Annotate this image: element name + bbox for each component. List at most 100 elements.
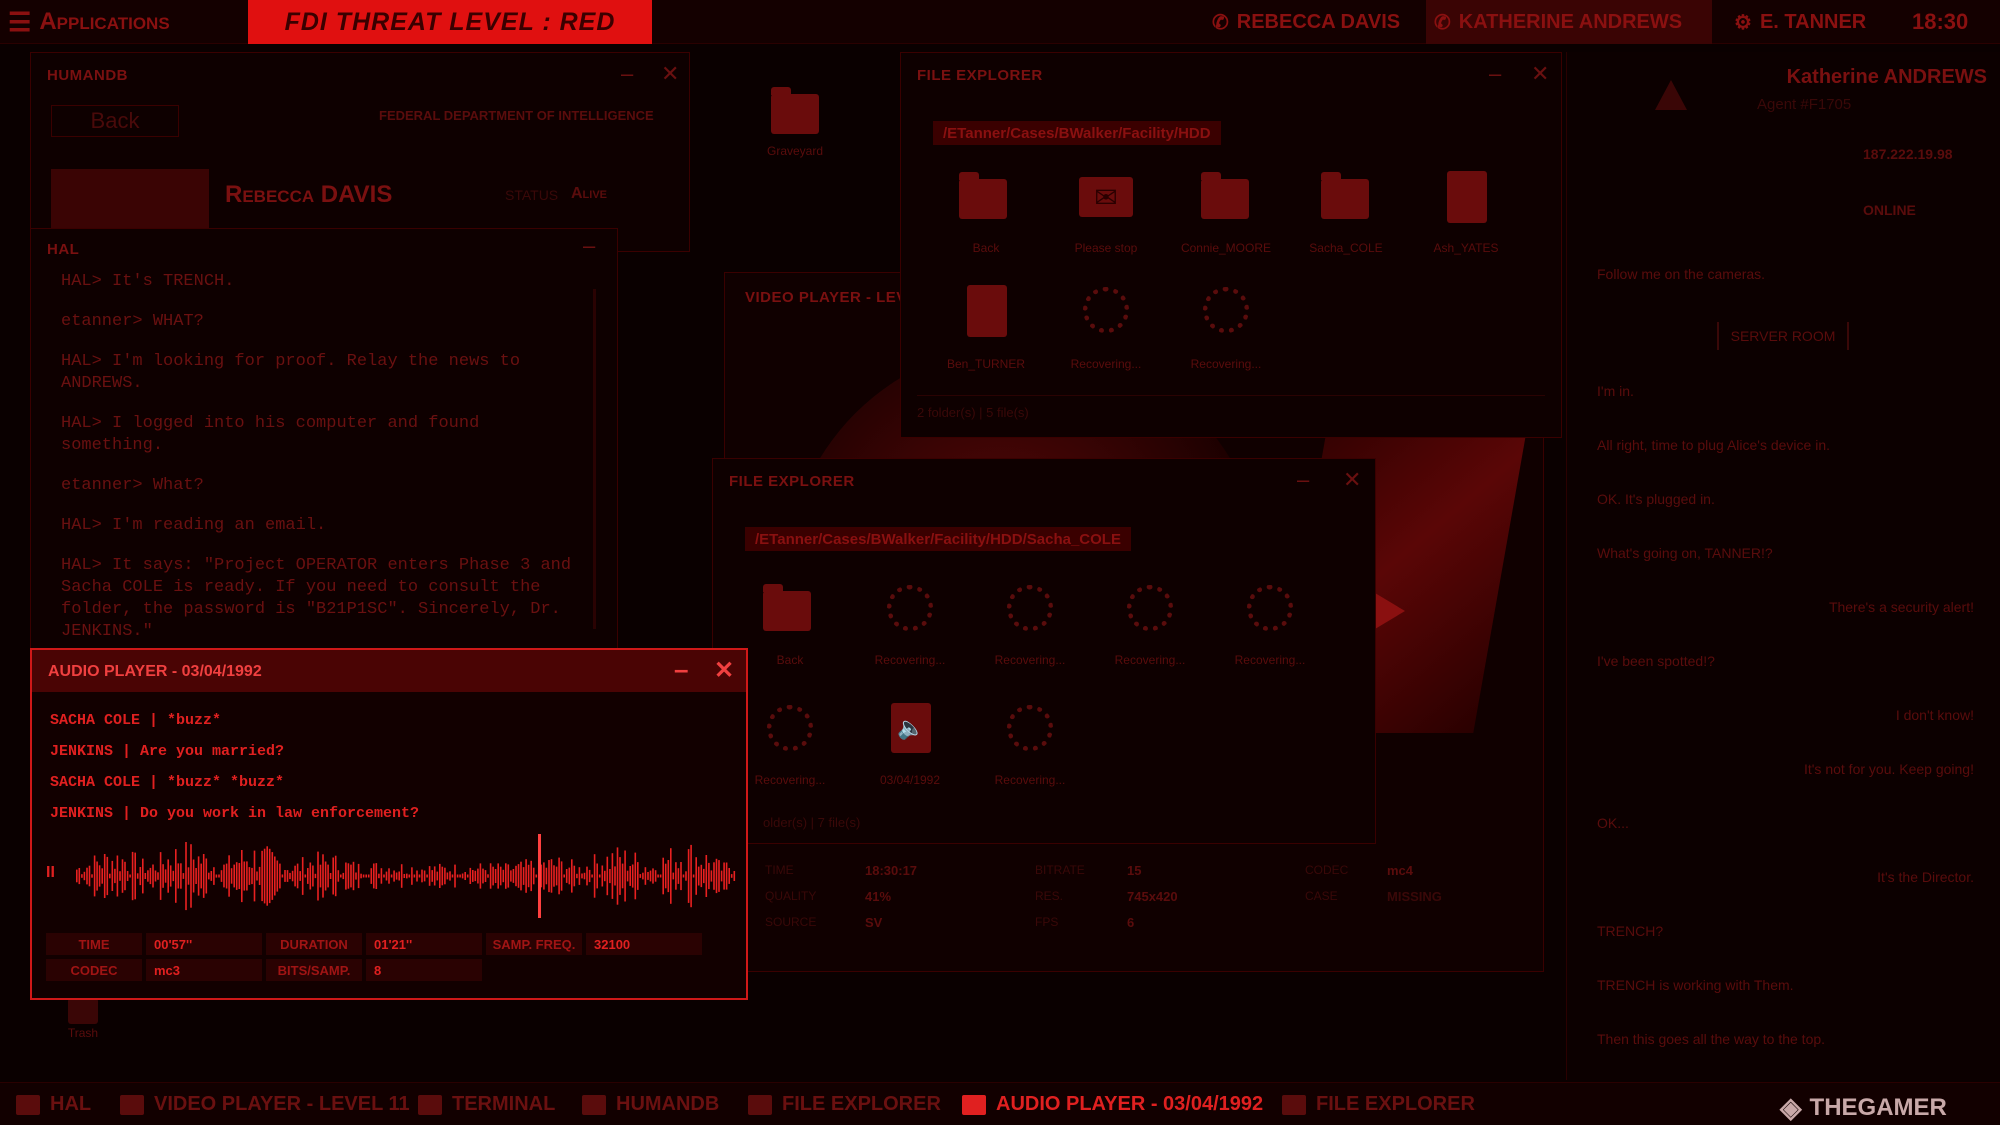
taskbar-item-hal[interactable]: HAL [16, 1083, 91, 1125]
file-item-recovering[interactable]: Recovering... [975, 579, 1085, 679]
file-label: Recovering... [1114, 653, 1186, 667]
file-item-locked[interactable]: Ben_TURNER [931, 281, 1041, 381]
minimize-button[interactable]: – [621, 61, 633, 87]
file-item-back[interactable]: Back [931, 165, 1041, 265]
waveform-bar [157, 872, 159, 880]
waveform-bar [497, 863, 499, 889]
waveform-bar [487, 874, 489, 878]
contact-rebecca-davis[interactable]: ✆ REBECCA DAVIS [1212, 0, 1400, 44]
file-item-folder[interactable]: Sacha_COLE [1291, 165, 1401, 265]
desktop-icon-graveyard[interactable]: Graveyard [755, 80, 835, 160]
waveform-bar [142, 858, 144, 894]
minimize-button[interactable]: – [1489, 61, 1501, 87]
waveform-bar [446, 872, 449, 880]
chat-message: It's the Director. [1877, 869, 1974, 885]
gear-icon: ⚙ [1734, 11, 1752, 34]
file-item-locked[interactable]: Ash_YATES [1411, 165, 1521, 265]
waveform-bar [449, 871, 451, 881]
close-button[interactable]: ✕ [661, 61, 679, 87]
waveform-bar [279, 863, 281, 889]
playhead[interactable] [538, 834, 541, 918]
applications-menu[interactable]: ☰ Applications [8, 0, 170, 44]
taskbar-item-video-player[interactable]: VIDEO PLAYER - LEVEL 11 [120, 1083, 410, 1125]
file-item-email[interactable]: ✉ Please stop [1051, 165, 1161, 265]
close-button[interactable]: ✕ [1531, 61, 1549, 87]
scrollbar[interactable] [593, 289, 596, 629]
waveform-bar [266, 846, 268, 906]
waveform-bar [545, 867, 548, 885]
waveform-bar [601, 865, 604, 887]
waveform-bar [710, 870, 713, 882]
file-item-audio[interactable]: 🔈 03/04/1992 [855, 699, 965, 799]
waveform-bar [502, 869, 505, 883]
waveform-bar [398, 871, 400, 881]
waveform-bar [720, 870, 723, 882]
waveform-bar [96, 861, 98, 891]
waveform-bar [677, 868, 680, 884]
file-item-recovering[interactable]: Recovering... [975, 699, 1085, 799]
file-item-recovering[interactable]: Recovering... [735, 699, 845, 799]
taskbar-item-terminal[interactable]: TERMINAL [418, 1083, 555, 1125]
folder-icon [1282, 1094, 1306, 1115]
file-label: Connie_MOORE [1180, 241, 1272, 255]
waveform-bar [210, 871, 213, 881]
taskbar-item-audio-player[interactable]: AUDIO PLAYER - 03/04/1992 [962, 1083, 1263, 1125]
waveform-bar [393, 870, 395, 882]
path-bar[interactable]: /ETanner/Cases/BWalker/Facility/HDD/Sach… [745, 527, 1131, 551]
meta-value: 8 [366, 959, 482, 981]
minimize-button[interactable]: – [1297, 467, 1309, 493]
warning-icon [1655, 80, 1687, 110]
waveform-bar [98, 865, 101, 887]
taskbar-item-file-explorer[interactable]: FILE EXPLORER [1282, 1083, 1475, 1125]
hal-line: etanner> What? [61, 476, 204, 495]
file-item-folder[interactable]: Connie_MOORE [1171, 165, 1281, 265]
file-item-recovering[interactable]: Recovering... [1215, 579, 1325, 679]
file-item-recovering[interactable]: Recovering... [855, 579, 965, 679]
waveform-bar [530, 860, 532, 892]
person-name: Rebecca DAVIS [225, 181, 393, 208]
file-item-recovering[interactable]: Recovering... [1051, 281, 1161, 381]
file-item-recovering[interactable]: Recovering... [1095, 579, 1205, 679]
pause-button[interactable]: II [46, 864, 55, 882]
minimize-button[interactable]: – [674, 654, 688, 685]
file-label: Recovering... [994, 653, 1066, 667]
taskbar-label: AUDIO PLAYER - 03/04/1992 [996, 1093, 1264, 1115]
file-label: Recovering... [754, 773, 826, 787]
waveform-bar [730, 874, 733, 878]
taskbar-item-humandb[interactable]: HUMANDB [582, 1083, 719, 1125]
dialogue-line: SACHA COLE | *buzz* [50, 712, 222, 729]
taskbar-item-file-explorer[interactable]: FILE EXPLORER [748, 1083, 941, 1125]
waveform-bar [428, 866, 431, 886]
status-label: STATUS [505, 187, 559, 203]
waveform[interactable] [76, 834, 736, 918]
waveform-bar [337, 870, 340, 882]
waveform-bar [690, 844, 692, 908]
minimize-button[interactable]: – [583, 233, 595, 259]
waveform-bar [332, 857, 334, 895]
waveform-bar [243, 861, 246, 891]
waveform-bar [365, 874, 367, 878]
waveform-bar [573, 865, 576, 887]
waveform-bar [411, 867, 413, 885]
play-icon[interactable] [1375, 593, 1405, 629]
waveform-bar [692, 874, 695, 878]
path-bar[interactable]: /ETanner/Cases/BWalker/Facility/HDD [933, 121, 1221, 145]
meta-value: 18:30:17 [865, 863, 918, 878]
chat-message: I don't know! [1895, 707, 1974, 723]
meta-label: FPS [1035, 915, 1059, 929]
back-button[interactable]: Back [51, 105, 179, 137]
waveform-bar [101, 868, 103, 884]
contact-katherine-andrews[interactable]: ✆ KATHERINE ANDREWS [1426, 0, 1712, 44]
close-button[interactable]: ✕ [714, 656, 734, 685]
file-label: Ben_TURNER [946, 357, 1026, 371]
waveform-bar [390, 874, 393, 878]
waveform-bar [164, 869, 167, 883]
file-item-back[interactable]: Back [735, 579, 845, 679]
waveform-bar [215, 874, 218, 878]
waveform-bar [114, 868, 116, 884]
close-button[interactable]: ✕ [1343, 467, 1361, 493]
server-room-button[interactable]: SERVER ROOM [1717, 322, 1849, 350]
contact-e-tanner[interactable]: ⚙ E. TANNER [1734, 0, 1866, 44]
file-item-recovering[interactable]: Recovering... [1171, 281, 1281, 381]
meta-value: 6 [1127, 915, 1135, 930]
